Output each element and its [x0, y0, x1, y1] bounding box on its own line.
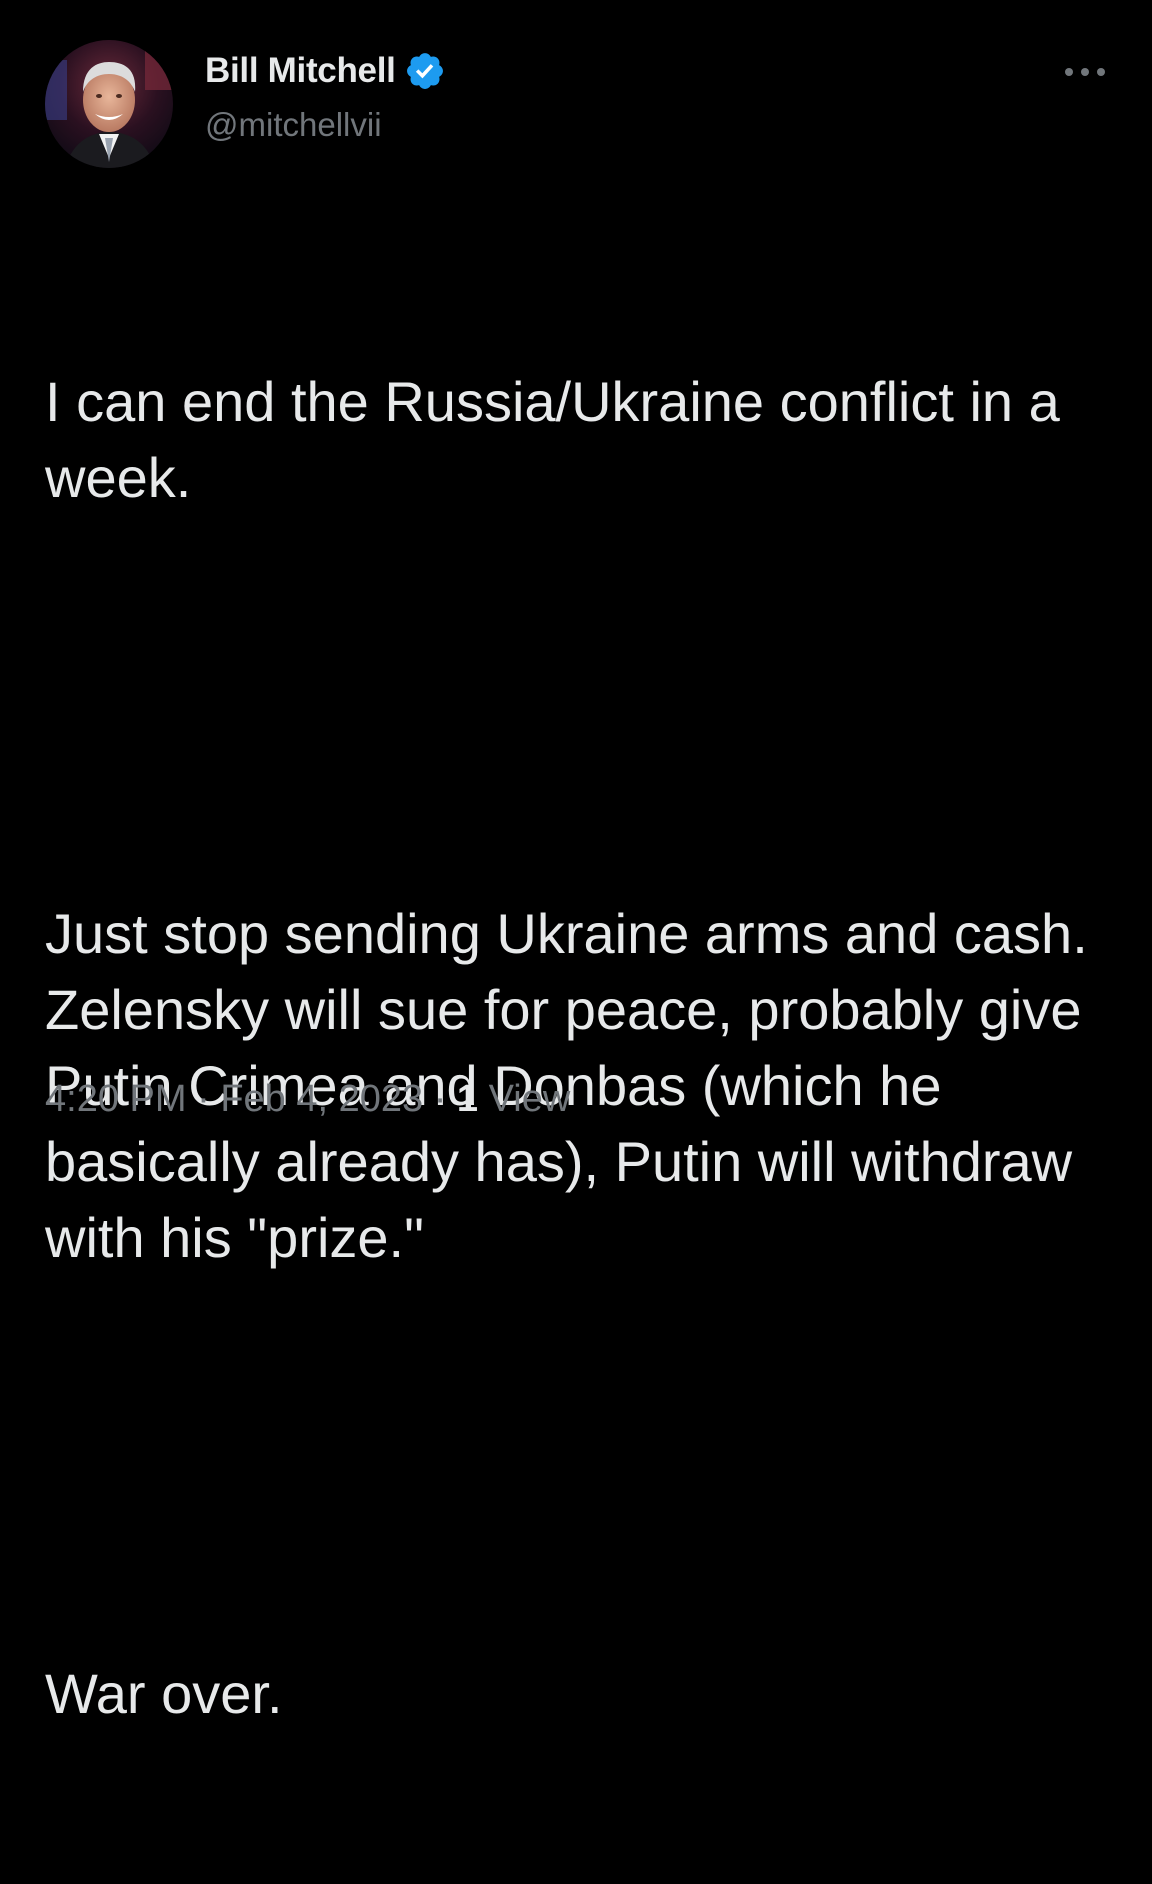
views-count: 1: [456, 1078, 479, 1120]
tweet-paragraph: War over.: [45, 1662, 283, 1725]
meta-separator: ·: [433, 1078, 447, 1120]
author-display-name[interactable]: Bill Mitchell: [205, 51, 396, 91]
more-horizontal-icon: [1065, 68, 1105, 76]
tweet-date[interactable]: Feb 4, 2023: [220, 1078, 423, 1120]
author-name-row[interactable]: Bill Mitchell: [205, 48, 446, 94]
avatar-image: [45, 40, 173, 168]
views-label: View: [488, 1078, 571, 1120]
tweet-metadata: 4:20 PM · Feb 4, 2023 · 1 View: [45, 1078, 570, 1121]
tweet: Bill Mitchell @mitchellvii I can end the…: [0, 0, 1152, 1725]
author-handle[interactable]: @mitchellvii: [205, 106, 382, 144]
tweet-text: I can end the Russia/Ukraine conflict in…: [45, 212, 1125, 1884]
more-options-button[interactable]: [1060, 52, 1110, 92]
meta-separator: ·: [197, 1078, 210, 1120]
tweet-paragraph: I can end the Russia/Ukraine conflict in…: [45, 370, 1076, 509]
tweet-time[interactable]: 4:20 PM: [45, 1078, 187, 1120]
verified-badge-icon[interactable]: [404, 50, 446, 92]
avatar[interactable]: [45, 40, 173, 168]
